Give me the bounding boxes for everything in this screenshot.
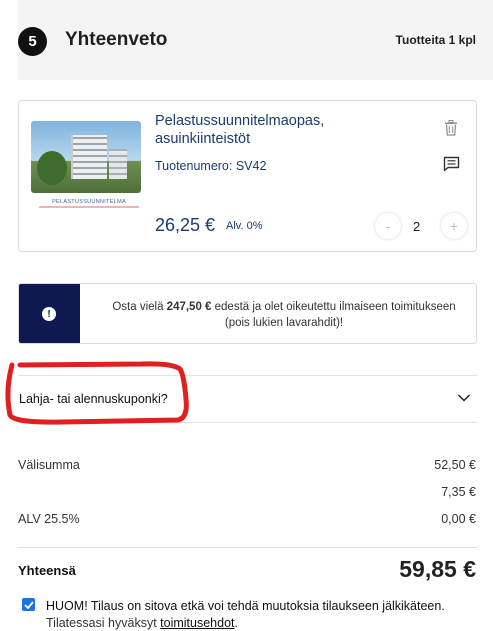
notice-amount: 247,50 € bbox=[166, 301, 212, 313]
product-code: Tuotenumero: SV42 bbox=[155, 159, 267, 173]
thumbnail-building-2 bbox=[109, 149, 127, 179]
comment-icon[interactable] bbox=[443, 156, 460, 172]
total-label: Yhteensä bbox=[18, 563, 76, 578]
product-price: 26,25 € bbox=[155, 215, 216, 235]
trash-icon[interactable] bbox=[444, 120, 458, 136]
thumbnail-caption-line bbox=[39, 206, 139, 208]
subtotal-label: Välisumma bbox=[18, 458, 80, 472]
thumbnail-caption: PELASTUSSUUNNITELMA bbox=[52, 199, 126, 205]
total-value: 59,85 € bbox=[399, 556, 476, 582]
exclamation-icon: ! bbox=[42, 307, 56, 321]
thumbnail-building bbox=[71, 135, 107, 179]
terms-link[interactable]: toimitusehdot bbox=[160, 616, 234, 630]
product-card: PELASTUSSUUNNITELMA Pelastussuunnitelmao… bbox=[18, 100, 477, 252]
thumbnail-tree bbox=[37, 151, 67, 185]
notice-text: Osta vielä 247,50 € edestä ja olet oikeu… bbox=[99, 299, 469, 331]
free-shipping-notice: ! Osta vielä 247,50 € edestä ja olet oik… bbox=[18, 283, 477, 344]
section-title: Yhteenveto bbox=[65, 29, 168, 50]
terms-sub: Tilatessasi hyväksyt bbox=[46, 616, 161, 630]
terms-end: . bbox=[234, 616, 238, 630]
vat-summary-label: ALV 25.5% bbox=[18, 512, 80, 526]
quantity-value: 2 bbox=[413, 219, 421, 234]
step-number-badge: 5 bbox=[18, 27, 47, 56]
summary-header: 5 Yhteenveto Tuotteita 1 kpl bbox=[18, 0, 493, 80]
total-divider bbox=[18, 547, 477, 548]
notice-sidebar: ! bbox=[19, 284, 80, 343]
vat-label: Alv. 0% bbox=[226, 220, 263, 232]
thumbnail-photo bbox=[31, 121, 141, 193]
product-name[interactable]: Pelastussuunnitelmaopas, asuinkiinteistö… bbox=[155, 112, 355, 148]
terms-checkbox[interactable] bbox=[22, 598, 35, 611]
subtotal-value: 52,50 € bbox=[434, 458, 476, 472]
terms-main: HUOM! Tilaus on sitova etkä voi tehdä mu… bbox=[46, 599, 445, 613]
vat-summary-value: 0,00 € bbox=[441, 512, 476, 526]
item-count: Tuotteita 1 kpl bbox=[395, 33, 476, 47]
terms-text: HUOM! Tilaus on sitova etkä voi tehdä mu… bbox=[46, 598, 466, 631]
product-thumbnail[interactable]: PELASTUSSUUNNITELMA bbox=[31, 121, 141, 213]
chevron-down-icon bbox=[457, 394, 471, 402]
coupon-toggle[interactable]: Lahja- tai alennuskuponki? bbox=[18, 375, 477, 423]
coupon-label: Lahja- tai alennuskuponki? bbox=[19, 392, 168, 406]
notice-text-after: edestä ja olet oikeutettu ilmaiseen toim… bbox=[211, 301, 456, 329]
shipping-value: 7,35 € bbox=[441, 485, 476, 499]
quantity-decrease-button[interactable]: - bbox=[375, 213, 401, 239]
quantity-increase-button[interactable]: + bbox=[441, 213, 467, 239]
checkmark-icon bbox=[23, 600, 34, 609]
notice-text-before: Osta vielä bbox=[112, 301, 167, 313]
